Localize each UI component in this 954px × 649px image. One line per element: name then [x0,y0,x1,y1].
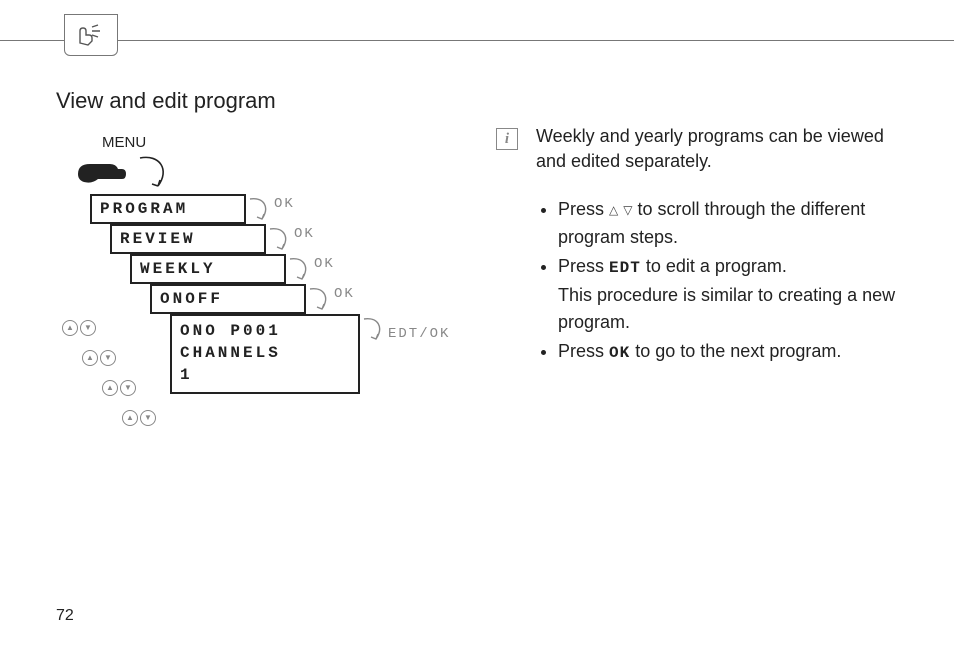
info-icon: i [496,128,518,150]
updown-icon: ▲▼ [82,350,116,366]
key-ok: OK [609,344,630,362]
lcd-step-details: ONO P001 CHANNELS 1 [170,314,360,394]
lcd-detail-line: CHANNELS [180,342,350,364]
updown-icon: ▲▼ [102,380,136,396]
text: Press [558,256,609,276]
page-top-rule-right [117,40,954,41]
lcd-action-ok: OK [314,256,335,272]
info-note: Weekly and yearly programs can be viewed… [536,124,896,174]
lcd-step-onoff: ONOFF [150,284,306,314]
arrow-icon [288,257,314,285]
up-triangle-icon: △ [609,197,618,224]
lcd-action-ok: OK [334,286,355,302]
down-triangle-icon: ▽ [623,197,632,224]
instructions-list: Press △ ▽ to scroll through the differen… [536,196,916,369]
section-tab [64,14,118,56]
instruction-item: Press △ ▽ to scroll through the differen… [558,196,916,251]
page-number: 72 [56,607,74,625]
lcd-detail-line: 1 [180,364,350,386]
touch-hand-icon [74,21,108,49]
lcd-step-weekly: WEEKLY [130,254,286,284]
lcd-action-ok: OK [274,196,295,212]
arrow-icon [248,197,274,225]
arrow-icon [362,317,388,345]
menu-label: MENU [102,134,146,151]
arrow-icon [308,287,334,315]
text: to edit a program. [641,256,787,276]
lcd-step-review: REVIEW [110,224,266,254]
text: Press [558,199,609,219]
key-edt: EDT [609,259,641,277]
lcd-action-ok: OK [294,226,315,242]
lcd-step-program: PROGRAM [90,194,246,224]
text: This procedure is similar to creating a … [558,285,895,332]
text: Press [558,341,609,361]
page-top-rule-left [0,40,64,41]
updown-icon: ▲▼ [122,410,156,426]
instruction-item: Press EDT to edit a program. This proced… [558,253,916,336]
arrow-icon [268,227,294,255]
lcd-action-edt-ok: EDT/OK [388,326,450,342]
instruction-item: Press OK to go to the next program. [558,338,916,367]
lcd-detail-line: ONO P001 [180,320,350,342]
text: to go to the next program. [630,341,841,361]
section-heading: View and edit program [56,88,276,114]
updown-icon: ▲▼ [62,320,96,336]
